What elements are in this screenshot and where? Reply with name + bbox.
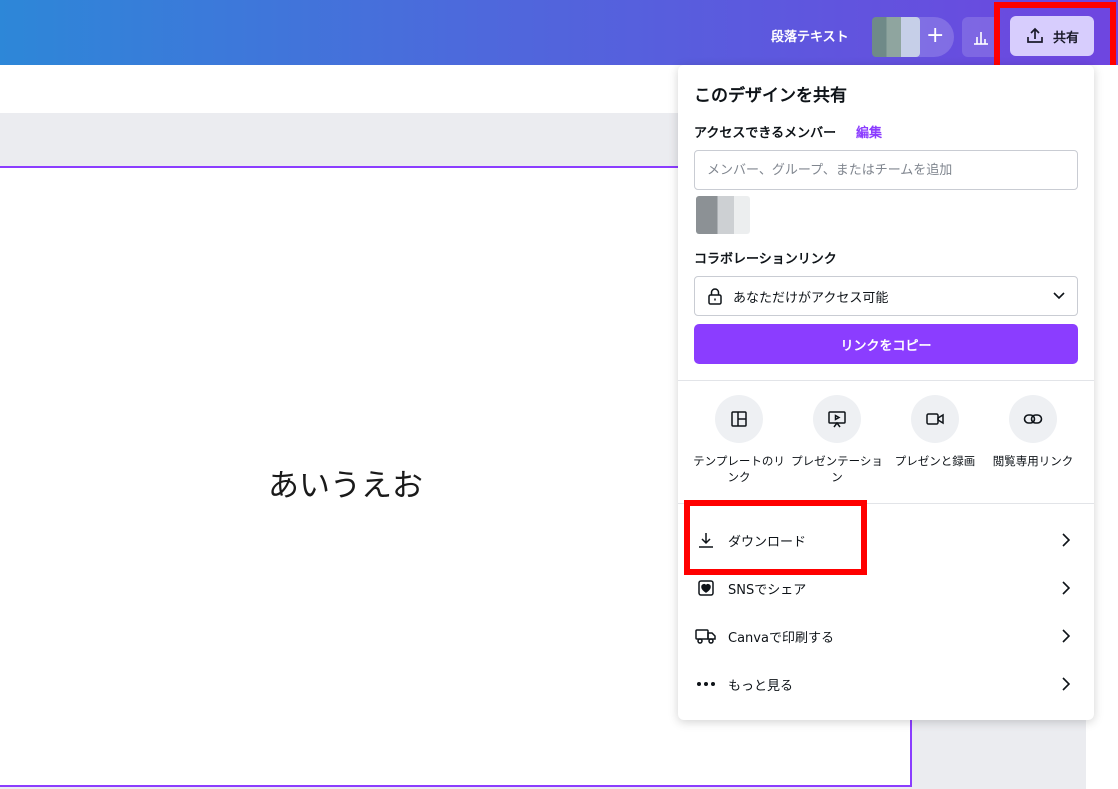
- option-present-and-record[interactable]: プレゼンと録画: [885, 395, 985, 469]
- page-text[interactable]: あいうえお: [268, 460, 423, 505]
- paragraph-text-label[interactable]: 段落テキスト: [771, 26, 849, 45]
- option-presentation[interactable]: プレゼンテーション: [787, 395, 887, 485]
- video-record-icon: [911, 395, 959, 443]
- panel-title: このデザインを共有: [694, 86, 847, 106]
- top-bar: 段落テキスト + 共有: [0, 0, 1118, 65]
- row-label: Canvaで印刷する: [728, 630, 834, 646]
- heart-icon: [694, 579, 718, 597]
- option-label: プレゼンと録画: [894, 454, 976, 468]
- chevron-right-icon: [1062, 629, 1070, 643]
- share-highlight-box: [994, 2, 1116, 72]
- option-template-link[interactable]: テンプレートのリンク: [689, 395, 789, 485]
- see-more-row[interactable]: もっと見る: [694, 664, 1078, 704]
- access-members-label: アクセスできるメンバー: [694, 126, 837, 141]
- row-label: SNSでシェア: [728, 582, 807, 598]
- print-with-canva-row[interactable]: Canvaで印刷する: [694, 616, 1078, 656]
- collab-link-label: コラボレーションリンク: [694, 252, 837, 267]
- lock-icon: [708, 288, 722, 305]
- option-label: テンプレートのリンク: [693, 454, 785, 484]
- edit-link[interactable]: 編集: [856, 122, 882, 141]
- copy-link-button[interactable]: リンクをコピー: [694, 324, 1078, 364]
- plus-icon[interactable]: +: [926, 22, 944, 50]
- option-label: プレゼンテーション: [791, 454, 883, 484]
- member-input[interactable]: [694, 150, 1078, 190]
- avatar: [696, 196, 750, 234]
- divider: [678, 380, 1094, 381]
- link-icon: [1009, 395, 1057, 443]
- bar-chart-icon: [974, 32, 988, 45]
- share-panel: このデザインを共有 アクセスできるメンバー 編集 コラボレーションリンク あなた…: [678, 65, 1094, 720]
- chevron-right-icon: [1062, 533, 1070, 547]
- access-level-value: あなただけがアクセス可能: [733, 290, 889, 306]
- option-label: 閲覧専用リンク: [992, 454, 1074, 468]
- truck-icon: [694, 628, 718, 644]
- collaborators-group[interactable]: +: [872, 17, 954, 57]
- avatar[interactable]: [872, 17, 920, 57]
- chevron-down-icon: [1053, 292, 1065, 300]
- option-view-only-link[interactable]: 閲覧専用リンク: [983, 395, 1083, 469]
- chevron-right-icon: [1062, 677, 1070, 691]
- more-icon: [694, 681, 718, 687]
- access-level-dropdown[interactable]: あなただけがアクセス可能: [694, 276, 1078, 316]
- download-highlight-box: [684, 500, 867, 575]
- chevron-right-icon: [1062, 581, 1070, 595]
- presentation-icon: [813, 395, 861, 443]
- template-icon: [715, 395, 763, 443]
- row-label: もっと見る: [728, 678, 794, 694]
